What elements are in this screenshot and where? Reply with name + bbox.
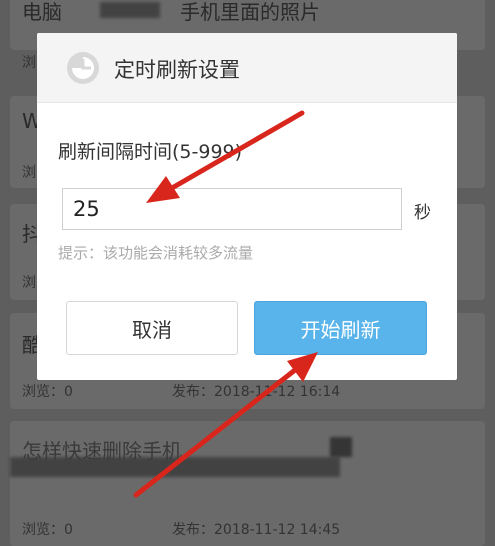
- view-count: 浏览：0: [22, 522, 73, 538]
- blurred-text: [330, 437, 352, 457]
- article-title-continued: 手机里面的照片: [180, 0, 320, 24]
- interval-label: 刷新间隔时间(5-999): [58, 141, 243, 163]
- publish-date: 发布：2018-11-12 14:45: [172, 522, 341, 538]
- article-meta: 浏: [22, 55, 36, 71]
- view-count: 浏览：0: [22, 384, 73, 400]
- dialog-header: 定时刷新设置: [37, 33, 457, 103]
- blurred-text: [10, 457, 340, 477]
- article-title: 电脑: [22, 0, 62, 24]
- timed-refresh-dialog: 定时刷新设置 刷新间隔时间(5-999) 秒 提示：该功能会消耗较多流量 取消 …: [37, 33, 457, 380]
- article-card: 怎样快速删除手机 浏览：0 发布：2018-11-12 14:45: [10, 421, 485, 546]
- article-meta: 浏: [22, 165, 36, 181]
- start-refresh-button[interactable]: 开始刷新: [254, 301, 427, 355]
- article-meta: 浏览：0 发布：2018-11-12 16:14: [22, 381, 462, 401]
- traffic-hint: 提示：该功能会消耗较多流量: [58, 244, 254, 262]
- blurred-text: [100, 2, 160, 18]
- seconds-unit-label: 秒: [414, 203, 431, 223]
- cancel-button[interactable]: 取消: [66, 301, 238, 355]
- article-meta: 浏览：0 发布：2018-11-12 14:45: [22, 519, 462, 539]
- dialog-title: 定时刷新设置: [114, 58, 240, 82]
- article-meta: 浏: [22, 275, 36, 291]
- clock-icon: [67, 52, 99, 84]
- refresh-interval-input[interactable]: [62, 188, 402, 230]
- publish-date: 发布：2018-11-12 16:14: [172, 384, 341, 400]
